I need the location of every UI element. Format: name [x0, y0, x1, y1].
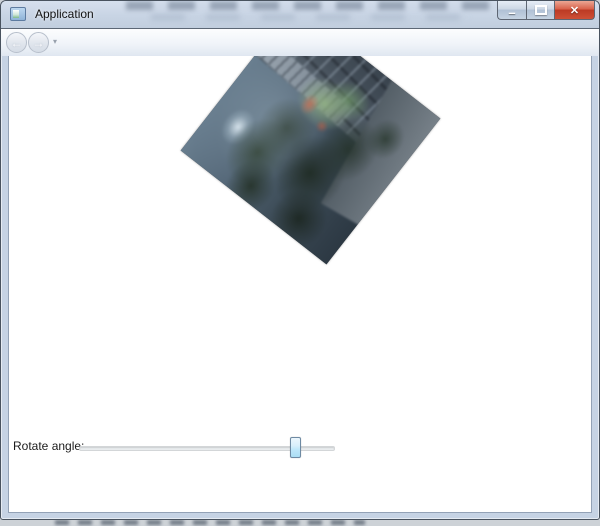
slider-thumb[interactable]: [290, 437, 302, 458]
application-window: Application – ✕ ← → ▾ Rotate angle:: [0, 0, 600, 520]
window-title: Application: [35, 7, 94, 21]
app-icon: [10, 7, 26, 21]
close-button[interactable]: ✕: [555, 1, 595, 20]
chevron-down-icon: ▾: [53, 37, 58, 46]
navigation-bar: ← → ▾: [1, 28, 599, 56]
photo-scene: [180, 56, 441, 265]
forward-button[interactable]: →: [28, 32, 49, 53]
rotated-image: [180, 56, 441, 265]
minimize-icon: –: [508, 5, 516, 20]
nav-dropdown-button[interactable]: ▾: [53, 37, 57, 46]
forward-icon: →: [32, 35, 45, 50]
glass-blur-reflection: [126, 1, 516, 10]
content-area: Rotate angle:: [8, 56, 592, 513]
minimize-button[interactable]: –: [497, 1, 526, 20]
glass-blur-reflection: [151, 14, 471, 20]
maximize-button[interactable]: [526, 1, 555, 20]
window-controls: – ✕: [497, 1, 595, 20]
maximize-icon: [534, 5, 547, 15]
photo-haze: [180, 56, 441, 265]
close-icon: ✕: [569, 4, 580, 17]
back-icon: ←: [10, 35, 23, 50]
back-button[interactable]: ←: [6, 32, 27, 53]
rotate-angle-label: Rotate angle:: [13, 439, 85, 453]
blurred-desktop-text: [55, 520, 365, 525]
